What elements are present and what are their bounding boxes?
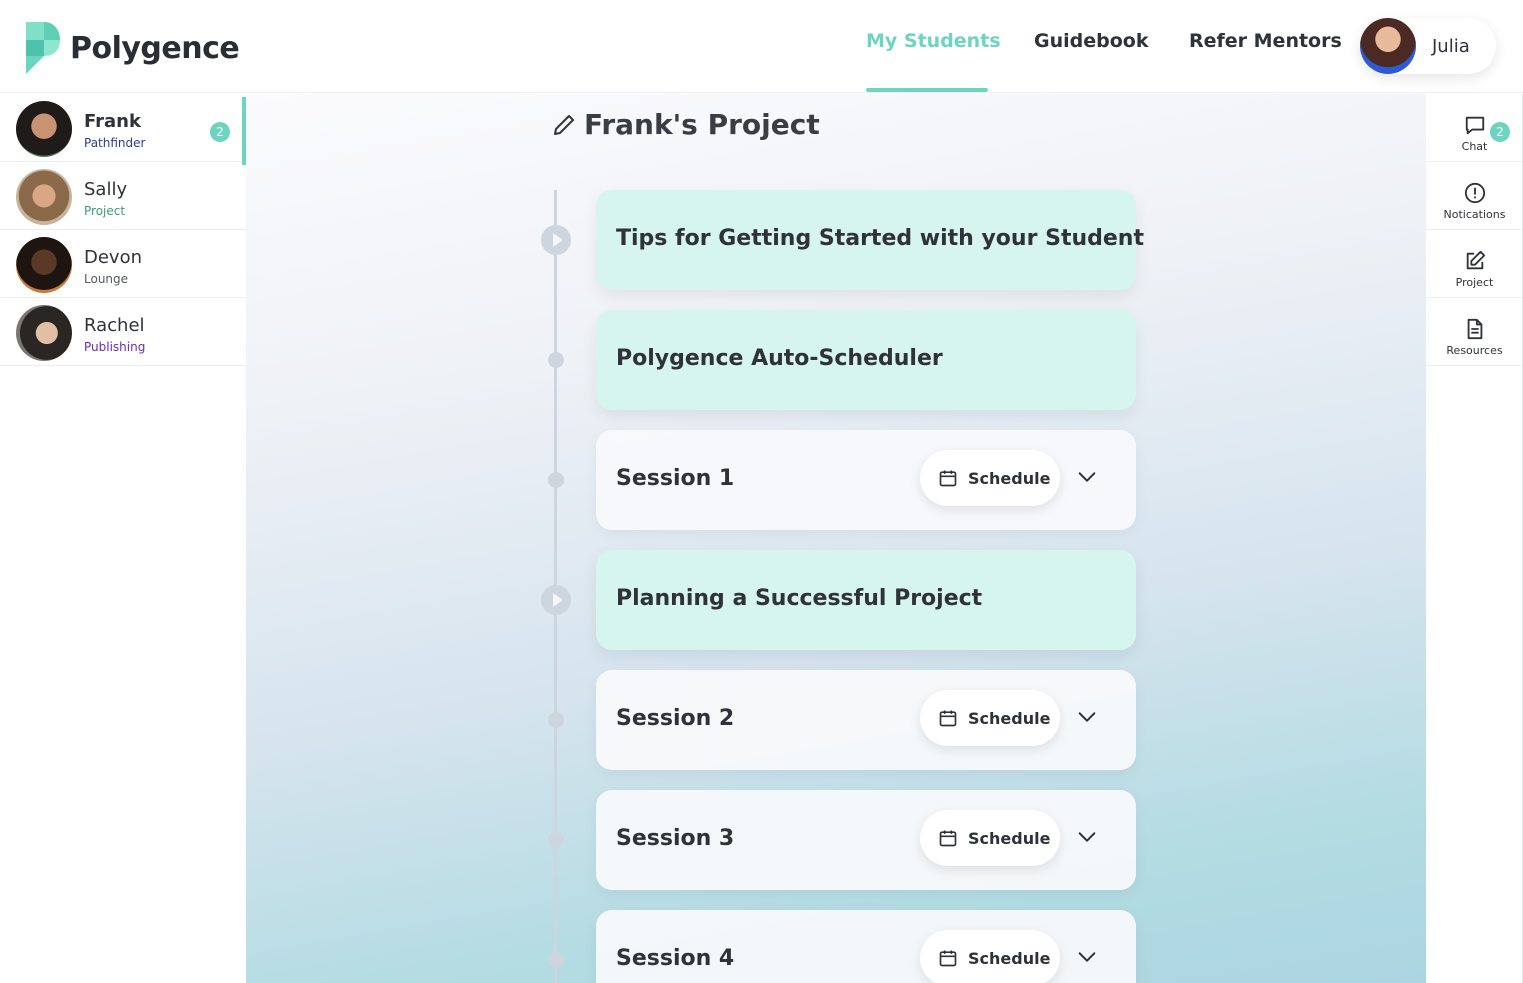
user-menu[interactable]: Julia — [1360, 18, 1496, 74]
chevron-down-icon[interactable] — [1076, 946, 1098, 968]
card-session-4[interactable]: Session 4 Schedule — [596, 910, 1136, 983]
student-stage: Pathfinder — [84, 136, 146, 150]
chat-badge: 2 — [1490, 122, 1510, 142]
rail-label: Project — [1455, 276, 1494, 289]
schedule-button[interactable]: Schedule — [920, 690, 1060, 746]
student-item-sally[interactable]: Sally Project — [0, 162, 246, 230]
chevron-down-icon[interactable] — [1076, 706, 1098, 728]
timeline-dot — [548, 472, 564, 488]
timeline-dot — [548, 352, 564, 368]
logo[interactable]: Polygence — [24, 22, 240, 74]
polygence-logo-icon — [26, 22, 60, 74]
student-stage: Lounge — [84, 272, 129, 286]
card-title: Session 2 — [616, 706, 735, 731]
schedule-label: Schedule — [968, 708, 1051, 728]
card-session-1[interactable]: Session 1 Schedule — [596, 430, 1136, 530]
card-title: Session 1 — [616, 466, 735, 491]
timeline-dot — [548, 832, 564, 848]
rail-project[interactable]: Project — [1426, 230, 1523, 298]
student-name: Devon — [84, 247, 143, 268]
student-name: Sally — [84, 179, 128, 200]
rail-label: Notications — [1443, 208, 1506, 221]
avatar — [16, 237, 72, 293]
rail-notifications[interactable]: Notications — [1426, 162, 1523, 230]
student-stage: Project — [84, 204, 126, 218]
play-icon — [541, 585, 571, 615]
card-title: Session 3 — [616, 826, 735, 851]
rail-chat[interactable]: 2 Chat — [1426, 94, 1523, 162]
project-title-text: Frank's Project — [584, 108, 820, 141]
rail-label: Chat — [1461, 140, 1488, 153]
project-title[interactable]: Frank's Project — [552, 108, 820, 141]
schedule-button[interactable]: Schedule — [920, 930, 1060, 983]
pencil-icon — [554, 114, 574, 135]
nav-guidebook[interactable]: Guidebook — [1034, 30, 1148, 52]
student-list: Frank Pathfinder 2 Sally Project Devon L… — [0, 94, 246, 983]
unread-badge: 2 — [210, 122, 230, 142]
schedule-label: Schedule — [968, 468, 1051, 488]
project-timeline-panel: Frank's Project Tips for Getting Started… — [246, 94, 1426, 983]
schedule-button[interactable]: Schedule — [920, 810, 1060, 866]
chevron-down-icon[interactable] — [1076, 826, 1098, 848]
avatar — [16, 169, 72, 225]
right-rail: 2 Chat Notications Project Resources — [1426, 94, 1523, 983]
alert-icon — [1464, 182, 1486, 204]
student-item-rachel[interactable]: Rachel Publishing — [0, 298, 246, 366]
brand-name: Polygence — [70, 30, 240, 66]
nav-refer-mentors[interactable]: Refer Mentors — [1189, 30, 1342, 52]
student-stage: Publishing — [84, 340, 146, 354]
card-tips-getting-started[interactable]: Tips for Getting Started with your Stude… — [596, 190, 1144, 290]
card-title: Planning a Successful Project — [616, 586, 983, 611]
schedule-button[interactable]: Schedule — [920, 450, 1060, 506]
edit-icon — [1466, 250, 1486, 270]
calendar-icon — [939, 710, 957, 727]
calendar-icon — [939, 950, 957, 967]
nav-my-students[interactable]: My Students — [866, 30, 1001, 52]
user-name: Julia — [1432, 35, 1470, 57]
schedule-label: Schedule — [968, 828, 1051, 848]
top-header: Polygence My Students Guidebook Refer Me… — [0, 0, 1523, 93]
student-item-frank[interactable]: Frank Pathfinder 2 — [0, 94, 246, 165]
card-title: Session 4 — [616, 946, 735, 971]
card-planning-project[interactable]: Planning a Successful Project — [596, 550, 1136, 650]
timeline-dot — [548, 952, 564, 968]
chevron-down-icon[interactable] — [1076, 466, 1098, 488]
user-avatar — [1360, 18, 1416, 74]
student-item-devon[interactable]: Devon Lounge — [0, 230, 246, 298]
avatar — [16, 305, 72, 361]
card-auto-scheduler[interactable]: Polygence Auto-Scheduler — [596, 310, 1136, 410]
card-session-2[interactable]: Session 2 Schedule — [596, 670, 1136, 770]
card-title: Polygence Auto-Scheduler — [616, 346, 943, 371]
card-title: Tips for Getting Started with your Stude… — [616, 226, 1144, 251]
schedule-label: Schedule — [968, 948, 1051, 968]
student-name: Rachel — [84, 315, 145, 336]
calendar-icon — [939, 470, 957, 487]
card-session-3[interactable]: Session 3 Schedule — [596, 790, 1136, 890]
calendar-icon — [939, 830, 957, 847]
document-icon — [1467, 318, 1483, 340]
student-name: Frank — [84, 111, 141, 132]
play-icon — [541, 225, 571, 255]
avatar — [16, 101, 72, 157]
chat-icon — [1465, 116, 1485, 135]
nav-active-indicator — [866, 88, 988, 92]
rail-resources[interactable]: Resources — [1426, 298, 1523, 366]
rail-label: Resources — [1446, 344, 1503, 357]
timeline-dot — [548, 712, 564, 728]
